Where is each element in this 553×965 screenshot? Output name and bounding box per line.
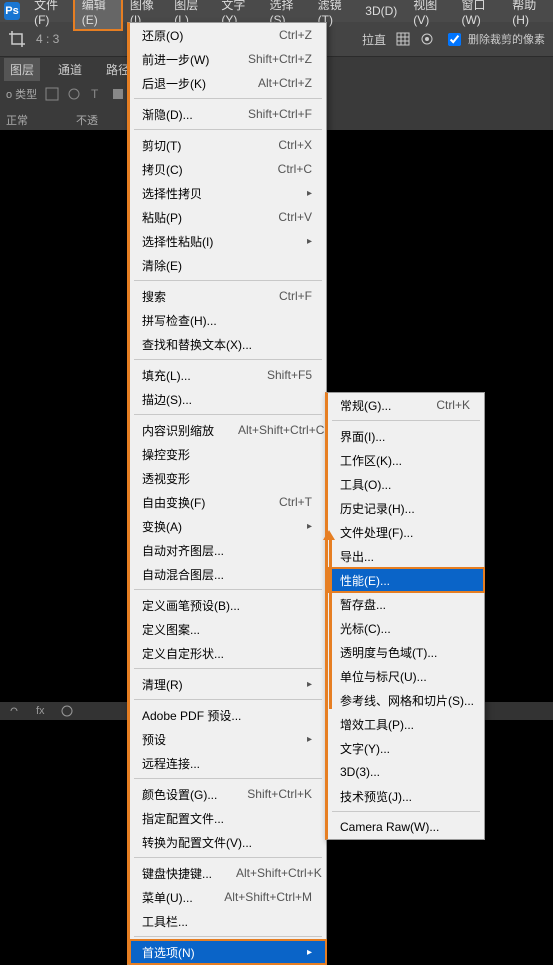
edit-item-36[interactable]: 远程连接... [130, 751, 326, 775]
image-filter-icon[interactable] [45, 87, 59, 101]
edit-item-1[interactable]: 前进一步(W)Shift+Ctrl+Z [130, 47, 326, 71]
edit-item-24[interactable]: 变换(A) [130, 514, 326, 538]
edit-item-32[interactable]: 清理(R) [130, 672, 326, 696]
preferences-submenu: 常规(G)...Ctrl+K 界面(I)...工作区(K)...工具(O)...历… [325, 392, 485, 840]
edit-item-2[interactable]: 后退一步(K)Alt+Ctrl+Z [130, 71, 326, 95]
prefs-item-17[interactable]: 技术预览(J)... [328, 784, 484, 808]
prefs-item-6[interactable]: 文件处理(F)... [328, 520, 484, 544]
edit-menu-dropdown: 还原(O)Ctrl+Z前进一步(W)Shift+Ctrl+Z后退一步(K)Alt… [127, 22, 327, 965]
tab-layers[interactable]: 图层 [4, 58, 40, 81]
edit-item-38[interactable]: 颜色设置(G)...Shift+Ctrl+K [130, 782, 326, 806]
prefs-item-14[interactable]: 增效工具(P)... [328, 712, 484, 736]
menubar: Ps 文件(F) 编辑(E) 图像(I) 图层(L) 文字(Y) 选择(S) 滤… [0, 0, 553, 22]
edit-item-28[interactable]: 定义画笔预设(B)... [130, 593, 326, 617]
shape-filter-icon[interactable] [111, 87, 125, 101]
blend-mode[interactable]: 正常 [6, 112, 28, 128]
prefs-item-7[interactable]: 导出... [328, 544, 484, 568]
fx-label[interactable]: fx [36, 705, 45, 717]
edit-item-13[interactable]: 搜索Ctrl+F [130, 284, 326, 308]
crop-ratio[interactable]: 4 : 3 [36, 32, 59, 46]
kind-filter[interactable]: o 类型 [6, 86, 37, 102]
edit-item-0[interactable]: 还原(O)Ctrl+Z [130, 23, 326, 47]
prefs-item-9[interactable]: 暂存盘... [328, 592, 484, 616]
edit-item-25[interactable]: 自动对齐图层... [130, 538, 326, 562]
toolbar-straighten[interactable]: 拉直 [362, 31, 386, 48]
edit-item-43[interactable]: 菜单(U)...Alt+Shift+Ctrl+M [130, 885, 326, 909]
prefs-item-13[interactable]: 参考线、网格和切片(S)... [328, 688, 484, 712]
edit-item-34[interactable]: Adobe PDF 预设... [130, 703, 326, 727]
edit-item-21[interactable]: 操控变形 [130, 442, 326, 466]
mask-icon[interactable] [61, 705, 73, 717]
grid-icon[interactable] [396, 32, 410, 46]
prefs-item-19[interactable]: Camera Raw(W)... [328, 815, 484, 839]
link-icon[interactable] [8, 705, 20, 717]
adjust-filter-icon[interactable] [67, 87, 81, 101]
prefs-item-5[interactable]: 历史记录(H)... [328, 496, 484, 520]
edit-item-6[interactable]: 剪切(T)Ctrl+X [130, 133, 326, 157]
menu-edit[interactable]: 编辑(E) [74, 0, 122, 30]
edit-item-23[interactable]: 自由变换(F)Ctrl+T [130, 490, 326, 514]
edit-item-9[interactable]: 粘贴(P)Ctrl+V [130, 205, 326, 229]
edit-item-26[interactable]: 自动混合图层... [130, 562, 326, 586]
menu-help[interactable]: 帮助(H) [504, 0, 553, 30]
edit-item-46[interactable]: 首选项(N) [130, 940, 326, 964]
prefs-item-12[interactable]: 单位与标尺(U)... [328, 664, 484, 688]
edit-item-8[interactable]: 选择性拷贝 [130, 181, 326, 205]
edit-item-40[interactable]: 转换为配置文件(V)... [130, 830, 326, 854]
crop-tool-icon[interactable] [8, 30, 26, 48]
edit-item-4[interactable]: 渐隐(D)...Shift+Ctrl+F [130, 102, 326, 126]
edit-item-17[interactable]: 填充(L)...Shift+F5 [130, 363, 326, 387]
delete-cropped-checkbox[interactable]: 删除裁剪的像素 [444, 30, 545, 49]
menu-view[interactable]: 视图(V) [405, 0, 453, 30]
prefs-item-15[interactable]: 文字(Y)... [328, 736, 484, 760]
prefs-item-2[interactable]: 界面(I)... [328, 424, 484, 448]
edit-item-42[interactable]: 键盘快捷键...Alt+Shift+Ctrl+K [130, 861, 326, 885]
edit-item-14[interactable]: 拼写检查(H)... [130, 308, 326, 332]
edit-item-20[interactable]: 内容识别缩放Alt+Shift+Ctrl+C [130, 418, 326, 442]
app-logo: Ps [4, 2, 20, 20]
menu-3d[interactable]: 3D(D) [357, 1, 405, 21]
prefs-item-4[interactable]: 工具(O)... [328, 472, 484, 496]
edit-item-22[interactable]: 透视变形 [130, 466, 326, 490]
edit-item-44[interactable]: 工具栏... [130, 909, 326, 933]
edit-item-30[interactable]: 定义自定形状... [130, 641, 326, 665]
edit-item-15[interactable]: 查找和替换文本(X)... [130, 332, 326, 356]
edit-item-7[interactable]: 拷贝(C)Ctrl+C [130, 157, 326, 181]
edit-item-18[interactable]: 描边(S)... [130, 387, 326, 411]
edit-item-35[interactable]: 预设 [130, 727, 326, 751]
prefs-item-0[interactable]: 常规(G)...Ctrl+K [328, 393, 484, 417]
gear-icon[interactable] [420, 32, 434, 46]
prefs-item-3[interactable]: 工作区(K)... [328, 448, 484, 472]
opacity-label: 不透 [76, 112, 98, 128]
edit-item-11[interactable]: 清除(E) [130, 253, 326, 277]
type-filter-icon[interactable]: T [89, 87, 103, 101]
menu-file[interactable]: 文件(F) [26, 0, 74, 30]
prefs-item-8[interactable]: 性能(E)... [328, 568, 484, 592]
edit-item-39[interactable]: 指定配置文件... [130, 806, 326, 830]
prefs-item-10[interactable]: 光标(C)... [328, 616, 484, 640]
prefs-item-11[interactable]: 透明度与色域(T)... [328, 640, 484, 664]
edit-item-10[interactable]: 选择性粘贴(I) [130, 229, 326, 253]
svg-text:T: T [91, 87, 99, 101]
prefs-item-16[interactable]: 3D(3)... [328, 760, 484, 784]
edit-item-29[interactable]: 定义图案... [130, 617, 326, 641]
menu-window[interactable]: 窗口(W) [453, 0, 504, 30]
tab-channels[interactable]: 通道 [52, 58, 88, 81]
